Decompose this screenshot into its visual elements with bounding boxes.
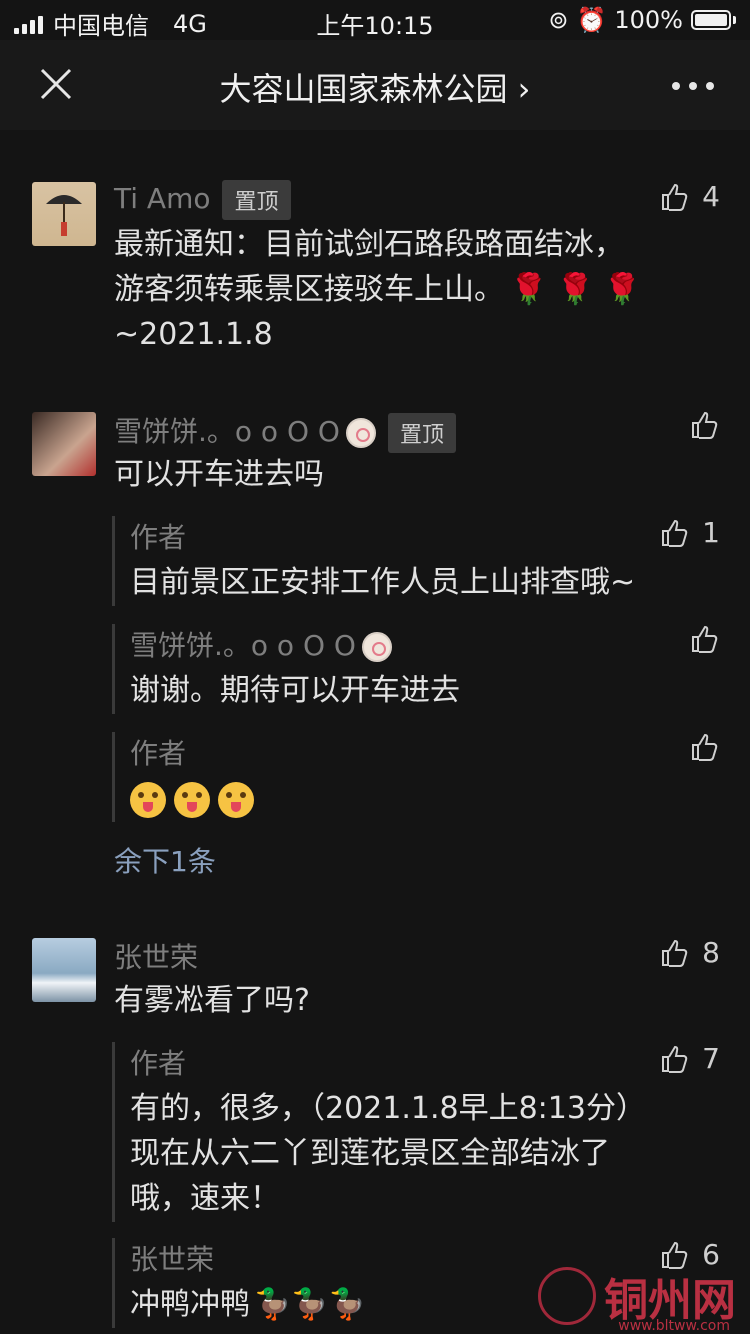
battery-label: 100%	[614, 6, 683, 34]
like-count: 4	[702, 180, 720, 213]
status-right: ⊚ ⏰ 100%	[548, 6, 736, 34]
like-button[interactable]: 1	[660, 516, 720, 549]
tongue-wink-emoji	[174, 781, 210, 818]
reply-author: 作者	[130, 737, 187, 770]
pinned-badge: 置顶	[222, 180, 291, 220]
reply-divider	[112, 1238, 115, 1328]
comment-author: Ti Amo 置顶	[114, 180, 291, 220]
like-button[interactable]: 7	[660, 1042, 720, 1075]
thumbs-up-icon	[662, 939, 688, 967]
thumbs-up-icon	[692, 411, 718, 439]
battery-cap	[733, 16, 736, 24]
battery-icon	[691, 10, 731, 30]
avatar[interactable]	[32, 182, 96, 246]
like-button[interactable]: 4	[660, 180, 720, 213]
more-replies-link[interactable]: 余下1条	[114, 840, 216, 880]
comment-author: 张世荣	[114, 941, 199, 974]
watermark-seal	[538, 1267, 596, 1325]
comment-text: 可以开车进去吗	[114, 457, 324, 492]
tongue-wink-emoji	[218, 781, 254, 818]
like-button[interactable]	[690, 624, 720, 654]
reply-emoji-row	[130, 776, 262, 821]
rose-emoji: 🌹 🌹 🌹	[510, 272, 642, 307]
cookie-emoji	[345, 418, 376, 448]
reply-divider	[112, 516, 115, 606]
avatar[interactable]	[32, 938, 96, 1002]
thumbs-up-icon	[692, 733, 718, 761]
comment-author: 雪饼饼.。o o O O 置顶	[114, 410, 456, 453]
reply-author: 张世荣	[130, 1243, 215, 1276]
reply-text: 有的，很多，（2021.1.8早上8:13分） 现在从六二丫到莲花景区全部结冰了…	[130, 1091, 646, 1216]
thumbs-up-icon	[662, 183, 688, 211]
more-icon[interactable]	[672, 82, 714, 90]
avatar[interactable]	[32, 412, 96, 476]
reply-divider	[112, 624, 115, 714]
tongue-wink-emoji	[130, 781, 166, 818]
like-count: 8	[702, 936, 720, 969]
reply-text: 目前景区正安排工作人员上山排查哦~	[130, 565, 636, 600]
cookie-emoji	[361, 632, 392, 662]
reply-text: 谢谢。期待可以开车进去	[130, 673, 460, 708]
like-button[interactable]	[690, 732, 720, 762]
thumbs-up-icon	[692, 625, 718, 653]
reply-divider	[112, 732, 115, 822]
reply-text: 冲鸭冲鸭 🦆🦆🦆	[130, 1282, 366, 1327]
watermark-url: www.bltww.com	[618, 1318, 730, 1334]
status-bar: 中国电信 4G 上午10:15 ⊚ ⏰ 100%	[0, 0, 750, 40]
like-count: 1	[702, 516, 720, 549]
alarm-icon: ⏰	[576, 6, 607, 34]
comment-text: 最新通知：目前试剑石路段路面结冰， 游客须转乘景区接驳车上山。 🌹 🌹 🌹 ~20…	[114, 227, 642, 352]
rotation-lock-icon: ⊚	[548, 6, 569, 34]
thumbs-up-icon	[662, 1045, 688, 1073]
nav-bar: 大容山国家森林公园 ›	[0, 40, 750, 130]
reply-author: 雪饼饼.。o o O O	[130, 624, 392, 664]
like-button[interactable]	[690, 410, 720, 440]
duck-emoji: 🦆🦆🦆	[254, 1287, 367, 1322]
like-button[interactable]: 8	[660, 936, 720, 969]
reply-author: 作者	[130, 521, 187, 554]
pinned-badge: 置顶	[387, 413, 456, 453]
page-title[interactable]: 大容山国家森林公园 ›	[0, 64, 750, 110]
reply-divider	[112, 1042, 115, 1222]
comment-text: 有雾凇看了吗?	[114, 983, 310, 1018]
reply-author: 作者	[130, 1047, 187, 1080]
like-count: 7	[702, 1042, 720, 1075]
thumbs-up-icon	[662, 519, 688, 547]
